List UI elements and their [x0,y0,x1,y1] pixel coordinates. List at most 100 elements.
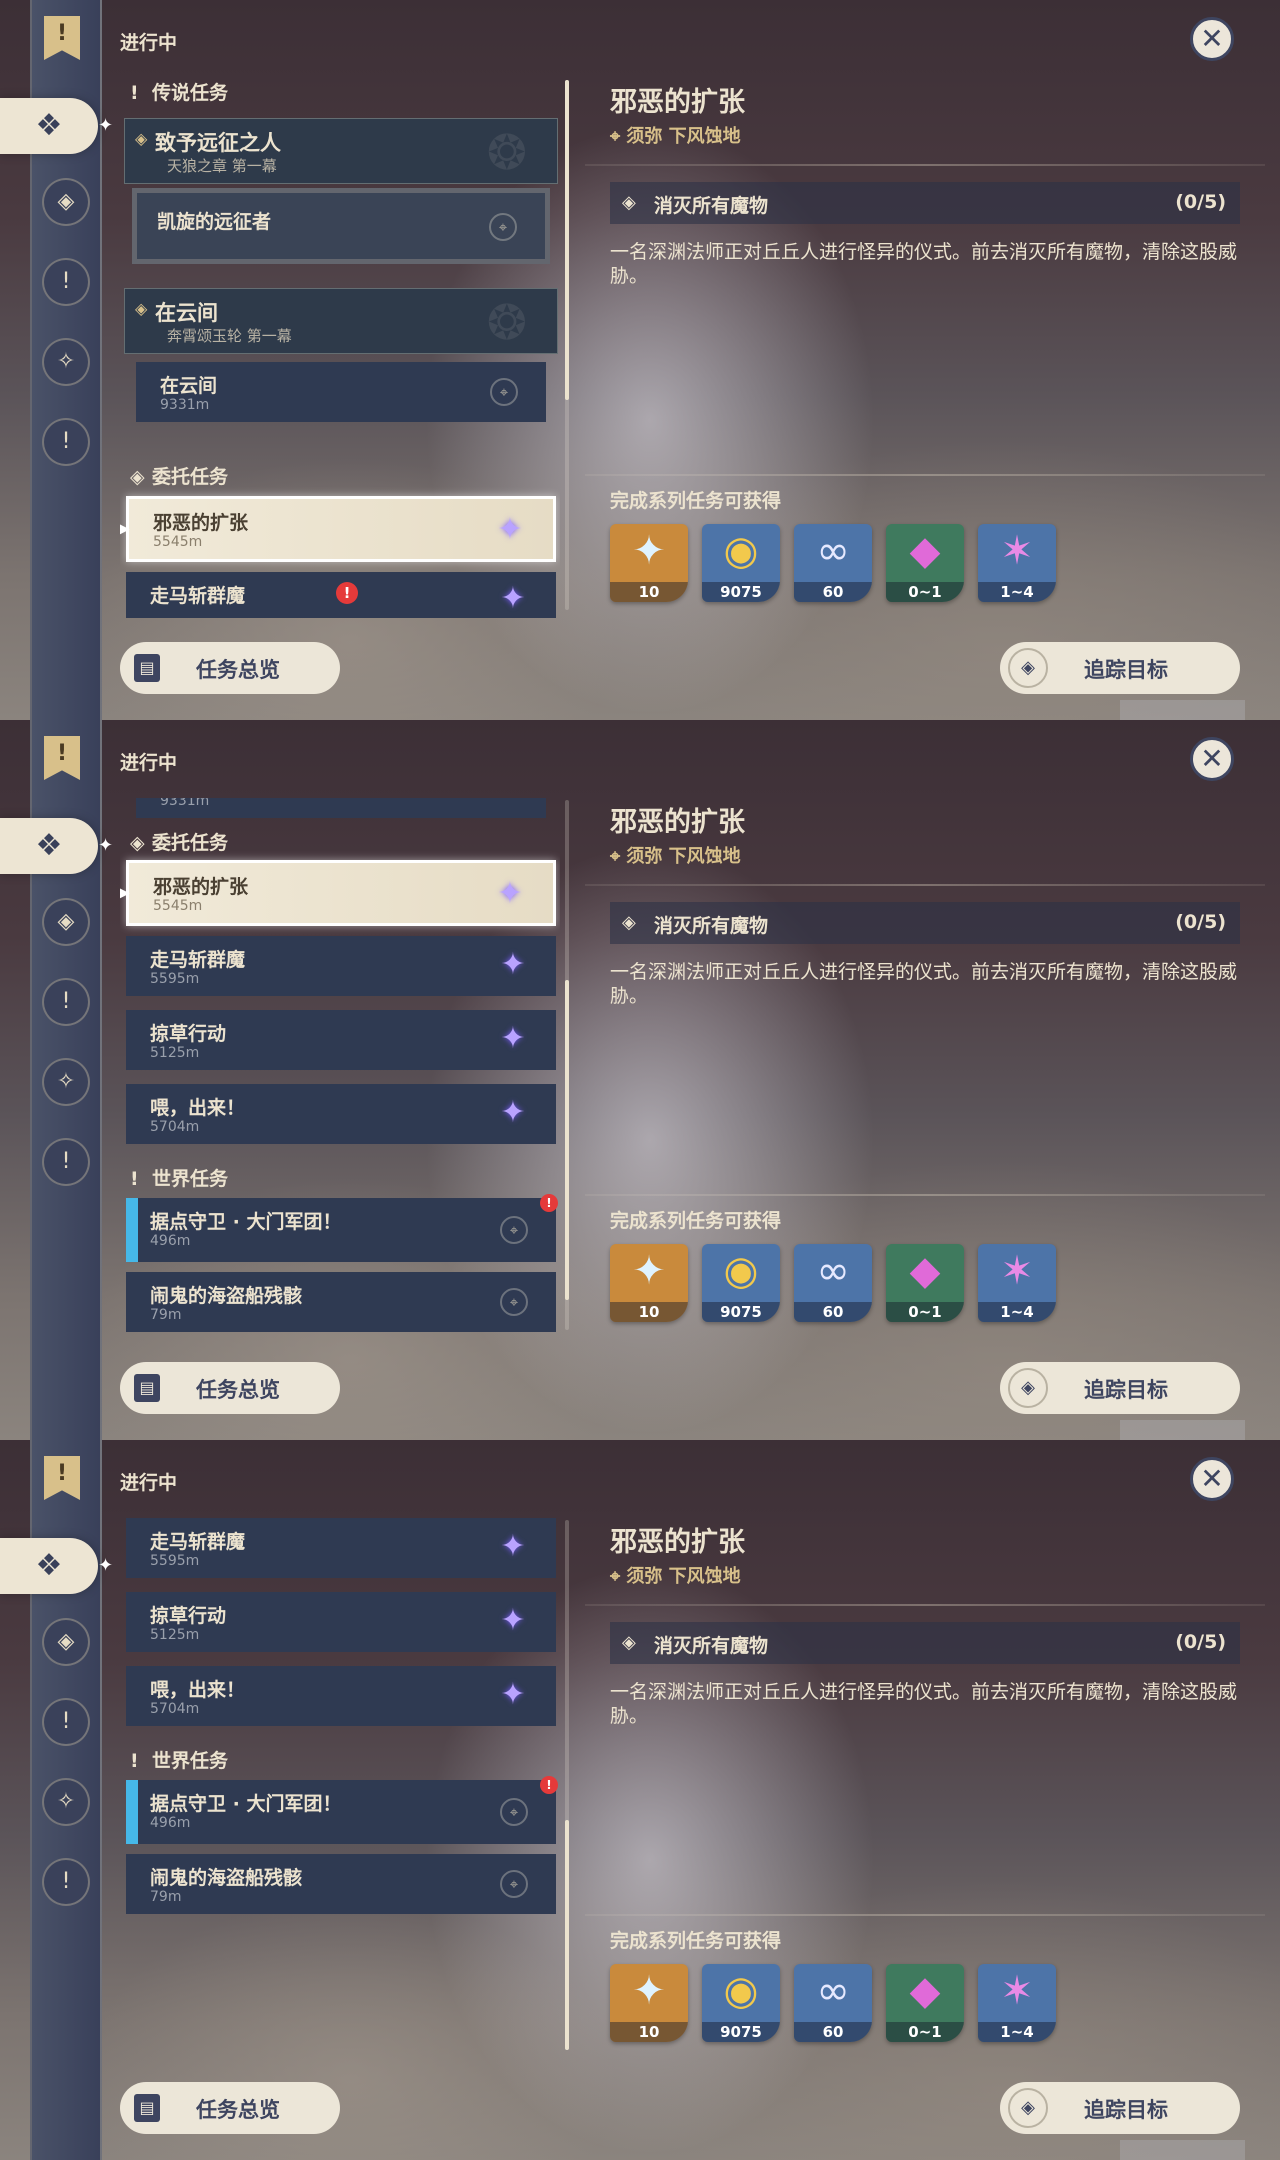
scroll-thumb[interactable] [565,980,569,1300]
commission-star-icon: ✦ [500,1529,526,1564]
rail-tab-story[interactable]: ! [42,978,90,1026]
divider [585,164,1265,166]
quest-distance: 496m [150,1815,191,1831]
companionship-icon[interactable]: ∞ 60 [794,524,872,602]
crystal-icon[interactable]: ◆ 0~1 [886,524,964,602]
section-world: ! 世界任务 [130,1746,228,1773]
quest-row[interactable]: 掠草行动 5125m ✦ [126,1010,556,1070]
chapter-title: 在云间 [155,301,218,325]
alert-icon: ! [540,1194,558,1212]
quest-row-selected[interactable]: ▶ 邪恶的扩张 5545m ✦ [120,860,556,926]
quest-overview-button[interactable]: ▤ 任务总览 [120,642,340,694]
quest-step-row[interactable]: 在云间 9331m [136,798,546,818]
rail-tab-event[interactable]: ✧ [42,1778,90,1826]
location-pin-icon[interactable]: ⌖ [500,1216,528,1244]
crystal-icon[interactable]: ◆ 0~1 [886,1964,964,2042]
quest-row[interactable]: 喂，出来！ 5704m ✦ [126,1666,556,1726]
quest-row-selected[interactable]: ▶ 邪恶的扩张 5545m ✦ [120,496,556,562]
quest-row[interactable]: 走马斩群魔 5595m ✦ [126,936,556,996]
rail-tab-commission[interactable]: ❖ [0,98,98,154]
divider [585,884,1265,886]
section-commission-label: 委托任务 [152,466,229,488]
rail-tab-event[interactable]: ✧ [42,338,90,386]
primogem-icon[interactable]: ✦ 10 [610,1244,688,1322]
rail-tab-world[interactable]: ! [42,1858,90,1906]
rail-tab-world[interactable]: ! [42,1138,90,1186]
divider [585,474,1265,476]
quest-title: 走马斩群魔 [150,585,246,607]
close-button[interactable]: ✕ [1190,737,1234,781]
quest-title: 喂，出来！ [150,1097,246,1119]
rail-tab-commission[interactable]: ❖ [0,1538,98,1594]
rail-tab-archon[interactable]: ◈ [42,178,90,226]
quest-title: 据点守卫 · 大门军团！ [150,1211,342,1233]
crystal-cluster-icon[interactable]: ✶ 1~4 [978,1964,1056,2042]
quest-distance: 5595m [150,1553,200,1569]
section-commission-label: 委托任务 [152,832,229,854]
close-button[interactable]: ✕ [1190,1457,1234,1501]
reward-header: 完成系列任务可获得 [610,1210,782,1232]
quest-row[interactable]: 走马斩群魔 ! ✦ [126,572,556,618]
mora-icon[interactable]: ◉ 9075 [702,1244,780,1322]
quest-step-row[interactable]: 在云间 9331m ⌖ [136,362,546,422]
quest-distance: 5704m [150,1119,200,1135]
rail-tab-commission[interactable]: ❖ [0,818,98,874]
location-pin-icon[interactable]: ⌖ [490,378,518,406]
rail-tab-archon[interactable]: ◈ [42,1618,90,1666]
quest-step-row[interactable]: 凯旋的远征者 ⌖ [132,188,550,264]
quest-title: 喂，出来！ [150,1679,246,1701]
reward-glyph: ✦ [632,528,666,574]
location-pin-icon[interactable]: ⌖ [500,1288,528,1316]
quest-list[interactable]: ! 传说任务 ◈ 致予远征之人 天狼之章 第一幕 ❂ 凯旋的远征者 ⌖ ◈ 在云间… [120,78,560,618]
list-scrollbar[interactable] [565,80,569,610]
quest-distance: 9331m [160,397,210,413]
rail-tab-story[interactable]: ! [42,258,90,306]
reward-glyph: ✶ [1000,1248,1034,1294]
mora-icon[interactable]: ◉ 9075 [702,524,780,602]
quest-row[interactable]: 闹鬼的海盗船残骸 79m ⌖ [126,1854,556,1914]
rail-tab-world[interactable]: ! [42,418,90,466]
primogem-icon[interactable]: ✦ 10 [610,524,688,602]
quest-row[interactable]: 据点守卫 · 大门军团！ 496m ⌖ ! [126,1776,558,1844]
diamond-icon: ◈ [130,832,145,854]
companionship-icon[interactable]: ∞ 60 [794,1964,872,2042]
close-button[interactable]: ✕ [1190,17,1234,61]
quest-row[interactable]: 据点守卫 · 大门军团！ 496m ⌖ ! [126,1194,558,1262]
divider [585,1194,1265,1196]
quest-list[interactable]: 在云间 9331m ◈ 委托任务 ▶ 邪恶的扩张 5545m ✦ 走马斩群魔 55… [120,798,560,1338]
rail-tab-archon[interactable]: ◈ [42,898,90,946]
quest-overview-button[interactable]: ▤ 任务总览 [120,1362,340,1414]
crystal-cluster-icon[interactable]: ✶ 1~4 [978,524,1056,602]
reward-count: 0~1 [886,2022,964,2042]
quest-overview-label: 任务总览 [196,658,280,682]
rail-tab-event[interactable]: ✧ [42,1058,90,1106]
location-pin-icon[interactable]: ⌖ [489,213,517,241]
selected-arrow-icon: ▶ [120,521,130,537]
scroll-thumb[interactable] [565,1820,569,2050]
track-target-button[interactable]: ◈ 追踪目标 [1000,1362,1240,1414]
chapter-row[interactable]: ◈ 致予远征之人 天狼之章 第一幕 ❂ [124,118,558,184]
scroll-thumb[interactable] [565,80,569,400]
companionship-icon[interactable]: ∞ 60 [794,1244,872,1322]
track-target-button[interactable]: ◈ 追踪目标 [1000,642,1240,694]
commission-star-icon: ✦ [497,512,523,547]
primogem-icon[interactable]: ✦ 10 [610,1964,688,2042]
quest-distance: 5545m [153,534,203,550]
location-pin-icon[interactable]: ⌖ [500,1798,528,1826]
quest-row[interactable]: 掠草行动 5125m ✦ [126,1592,556,1652]
quest-overview-button[interactable]: ▤ 任务总览 [120,2082,340,2134]
list-scrollbar[interactable] [565,1520,569,2050]
quest-row[interactable]: 走马斩群魔 5595m ✦ [126,1518,556,1578]
list-scrollbar[interactable] [565,800,569,1330]
crystal-cluster-icon[interactable]: ✶ 1~4 [978,1244,1056,1322]
quest-row[interactable]: 闹鬼的海盗船残骸 79m ⌖ [126,1272,556,1332]
quest-title: 走马斩群魔 [150,949,246,971]
quest-row[interactable]: 喂，出来！ 5704m ✦ [126,1084,556,1144]
quest-list[interactable]: 走马斩群魔 5595m ✦ 掠草行动 5125m ✦ 喂，出来！ 5704m ✦… [120,1518,560,2058]
crystal-icon[interactable]: ◆ 0~1 [886,1244,964,1322]
location-pin-icon[interactable]: ⌖ [500,1870,528,1898]
rail-tab-story[interactable]: ! [42,1698,90,1746]
track-target-button[interactable]: ◈ 追踪目标 [1000,2082,1240,2134]
chapter-row[interactable]: ◈ 在云间 奔霄颂玉轮 第一幕 ❂ [124,288,558,354]
mora-icon[interactable]: ◉ 9075 [702,1964,780,2042]
